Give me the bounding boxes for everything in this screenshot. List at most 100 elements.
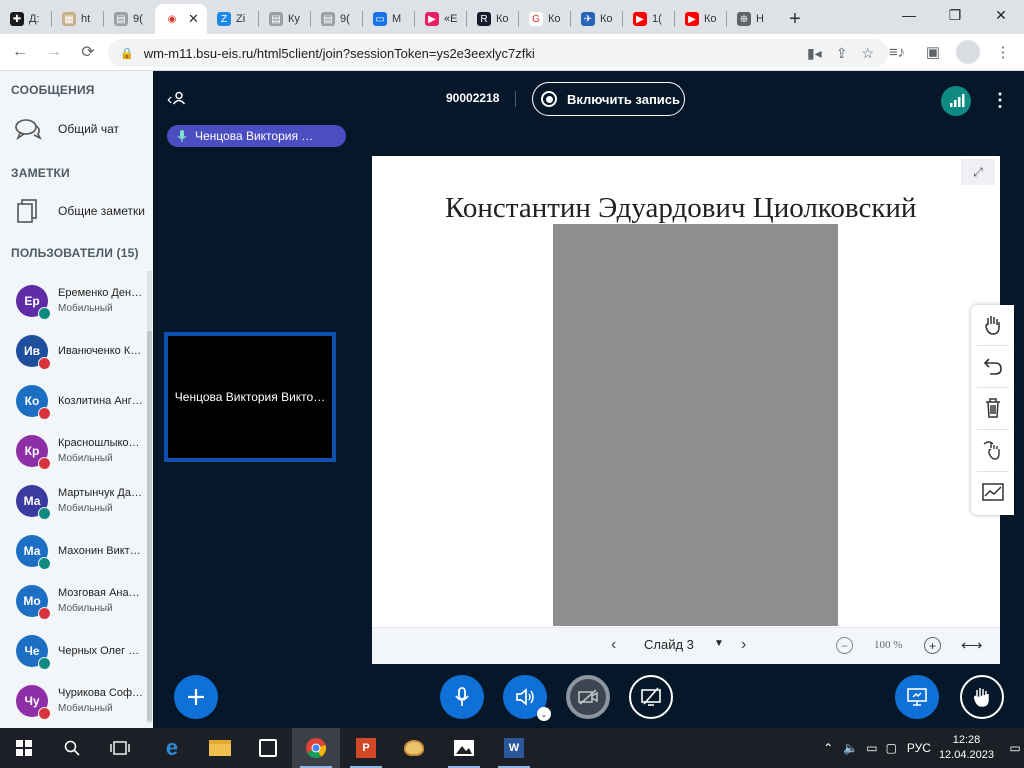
- browser-tab[interactable]: ▦ ht: [52, 4, 103, 34]
- media-controls-icon[interactable]: ≡♪: [884, 38, 910, 66]
- new-tab-button[interactable]: +: [778, 4, 812, 34]
- browser-tab[interactable]: ▭ М: [363, 4, 414, 34]
- input-language[interactable]: РУС: [907, 741, 931, 755]
- browser-tab[interactable]: G Ко: [519, 4, 570, 34]
- user-list-item[interactable]: Ив Иванюченко К…: [16, 326, 146, 376]
- user-list-scrollbar[interactable]: [147, 271, 152, 723]
- browser-tab[interactable]: Z Zi: [207, 4, 258, 34]
- file-explorer-icon[interactable]: [196, 728, 244, 768]
- screen-share-button[interactable]: [629, 675, 673, 719]
- user-device: Мобильный: [58, 603, 113, 614]
- share-icon[interactable]: ⇪: [836, 45, 848, 62]
- chrome-icon[interactable]: [292, 728, 340, 768]
- public-chat-item[interactable]: Общий чат: [14, 117, 119, 141]
- url-input[interactable]: 🔒 wm-m11.bsu-eis.ru/html5client/join?ses…: [108, 39, 888, 67]
- photos-icon[interactable]: [440, 728, 488, 768]
- options-menu-icon[interactable]: ⋮: [991, 90, 1009, 111]
- user-list-item[interactable]: Ер Еременко Ден… Мобильный: [16, 276, 146, 326]
- browser-tab[interactable]: ✚ Д:: [0, 4, 51, 34]
- volume-icon[interactable]: 🔈: [843, 741, 858, 755]
- profile-avatar-icon[interactable]: [956, 40, 980, 64]
- browser-tab[interactable]: R Ко: [467, 4, 518, 34]
- shared-notes-item[interactable]: Общие заметки: [14, 197, 145, 225]
- network-icon[interactable]: ▭: [866, 741, 877, 755]
- webcam-button[interactable]: [566, 675, 610, 719]
- back-icon[interactable]: ←: [6, 38, 34, 66]
- previous-slide-icon[interactable]: ‹: [611, 636, 616, 654]
- presentation-button[interactable]: [895, 675, 939, 719]
- notification-area-icon[interactable]: ▢: [886, 741, 897, 755]
- system-clock[interactable]: 12:28 12.04.2023: [939, 733, 994, 763]
- chevron-down-icon[interactable]: ⌄: [537, 707, 551, 721]
- tab-label: Ко: [496, 13, 509, 25]
- multi-user-pen-icon[interactable]: [979, 436, 1007, 464]
- chevron-down-icon[interactable]: ▼: [714, 638, 724, 649]
- slide-selector[interactable]: Слайд 3: [644, 637, 694, 652]
- chart-icon[interactable]: [979, 478, 1007, 506]
- browser-tab[interactable]: ▤ 9(: [311, 4, 362, 34]
- zoom-out-icon[interactable]: −: [836, 637, 853, 654]
- side-panel-icon[interactable]: ▣: [920, 38, 946, 66]
- webcam-tile[interactable]: Ченцова Виктория Викто…: [164, 332, 336, 462]
- bookmark-star-icon[interactable]: ☆: [861, 45, 874, 62]
- browser-menu-icon[interactable]: ⋮: [990, 38, 1016, 66]
- search-icon[interactable]: [48, 728, 96, 768]
- audio-button[interactable]: ⌄: [503, 675, 551, 721]
- user-list-item[interactable]: Мо Мозговая Ана… Мобильный: [16, 576, 146, 626]
- talking-indicator[interactable]: Ченцова Виктория …: [167, 125, 346, 147]
- browser-tab[interactable]: ▤ 9(: [104, 4, 155, 34]
- forward-icon[interactable]: →: [40, 38, 68, 66]
- avatar-initials: Ер: [24, 294, 40, 308]
- trash-icon[interactable]: [979, 394, 1007, 422]
- microphone-button[interactable]: [440, 675, 484, 719]
- connection-status-icon[interactable]: [941, 86, 971, 116]
- user-list-item[interactable]: Кр Красношлыко… Мобильный: [16, 426, 146, 476]
- powerpoint-icon[interactable]: P: [342, 728, 390, 768]
- undo-icon[interactable]: [979, 352, 1007, 380]
- tab-favicon-icon: ✈: [581, 12, 595, 26]
- user-list-item[interactable]: Че Черных Олег …: [16, 626, 146, 676]
- hand-pan-icon[interactable]: [979, 311, 1007, 339]
- word-icon[interactable]: W: [490, 728, 538, 768]
- store-icon[interactable]: [244, 728, 292, 768]
- maximize-icon[interactable]: ❐: [932, 0, 978, 30]
- browser-tab[interactable]: ▶ Ко: [675, 4, 726, 34]
- tab-favicon-icon: G: [529, 12, 543, 26]
- zoom-in-icon[interactable]: +: [924, 637, 941, 654]
- close-window-icon[interactable]: ✕: [978, 0, 1024, 30]
- browser-tab[interactable]: ◉ ✕: [155, 4, 207, 34]
- fullscreen-icon[interactable]: ⤢: [961, 159, 995, 185]
- paint-icon[interactable]: [390, 728, 438, 768]
- toggle-userlist-icon[interactable]: ‹: [167, 91, 186, 109]
- edge-icon[interactable]: e: [148, 728, 196, 768]
- user-list-item[interactable]: Ко Козлитина Анг…: [16, 376, 146, 426]
- fit-width-icon[interactable]: ⟷: [961, 636, 983, 654]
- browser-tab[interactable]: ▤ Ку: [259, 4, 310, 34]
- chevron-up-icon[interactable]: ⌃: [823, 741, 833, 755]
- browser-tab[interactable]: ✈ Ко: [571, 4, 622, 34]
- user-list-item[interactable]: Ма Махонин Викт…: [16, 526, 146, 576]
- minimize-icon[interactable]: —: [886, 0, 932, 30]
- browser-tab[interactable]: ▶ 1(: [623, 4, 674, 34]
- browser-tab[interactable]: ⊕ Н: [727, 4, 778, 34]
- close-tab-icon[interactable]: ✕: [188, 11, 199, 27]
- reload-icon[interactable]: ⟳: [74, 38, 102, 66]
- task-view-icon[interactable]: [96, 728, 144, 768]
- avatar-initials: Ко: [24, 394, 40, 408]
- user-list-item[interactable]: Ма Мартынчук Да… Мобильный: [16, 476, 146, 526]
- toolbar-divider: [977, 471, 1009, 472]
- actions-plus-button[interactable]: [174, 675, 218, 719]
- avatar-initials: Ма: [23, 494, 41, 508]
- camera-blocked-icon[interactable]: ▮◂: [807, 45, 822, 62]
- user-list-item[interactable]: Чу Чурикова Соф… Мобильный: [16, 676, 146, 726]
- windows-start-icon[interactable]: [0, 728, 48, 768]
- scrollbar-thumb[interactable]: [147, 331, 152, 721]
- speaker-icon: [516, 688, 534, 706]
- browser-tab[interactable]: ▶ «E: [415, 4, 466, 34]
- record-button[interactable]: Включить запись: [532, 82, 685, 116]
- next-slide-icon[interactable]: ›: [741, 636, 746, 654]
- mic-muted-icon: [38, 407, 51, 420]
- raise-hand-button[interactable]: [960, 675, 1004, 719]
- action-center-icon[interactable]: ▭: [1006, 728, 1024, 768]
- avatar: Мо: [16, 585, 51, 620]
